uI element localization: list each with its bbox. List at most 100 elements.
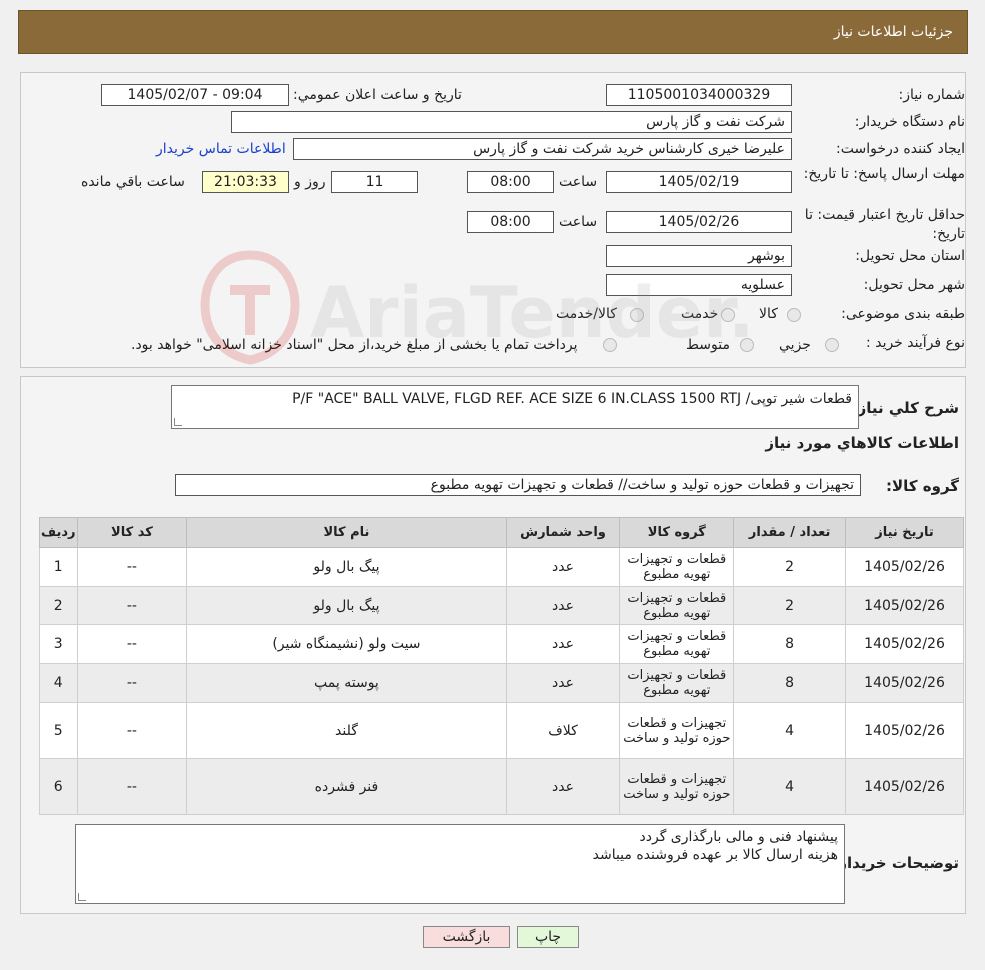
category-goods-radio[interactable] <box>787 308 801 322</box>
resize-handle-icon[interactable] <box>78 893 86 901</box>
table-row: 5 -- گلند کلاف تجهيزات و قطعات حوزه تولي… <box>39 702 964 759</box>
need-number-field[interactable]: 1105001034000329 <box>606 84 792 106</box>
cell-qty: 4 <box>733 758 847 815</box>
cell-unit: کلاف <box>505 702 621 759</box>
goods-section-title: اطلاعات کالاهاي مورد نياز <box>765 434 959 452</box>
buyer-notes-label: توضيحات خريدار: <box>832 854 959 872</box>
cell-code: -- <box>76 624 188 664</box>
creator-field[interactable]: عليرضا خيری کارشناس خريد شرکت نفت و گاز … <box>293 138 792 160</box>
cell-code: -- <box>76 758 188 815</box>
col-code: کد کالا <box>76 517 188 548</box>
cell-row: 5 <box>39 702 78 759</box>
process-minor-radio[interactable] <box>825 338 839 352</box>
cell-row: 4 <box>39 663 78 703</box>
cell-row: 3 <box>39 624 78 664</box>
col-row: رديف <box>39 517 78 548</box>
cell-group: قطعات و تجهيزات تهويه مطبوع <box>619 663 735 703</box>
page-title: جزئیات اطلاعات نیاز <box>833 24 953 40</box>
time-remaining-label: ساعت باقي مانده <box>81 174 185 190</box>
cell-row: 1 <box>39 547 78 587</box>
process-treasury-radio[interactable] <box>603 338 617 352</box>
category-service-radio[interactable] <box>721 308 735 322</box>
city-field[interactable]: عسلويه <box>606 274 792 296</box>
back-button[interactable]: بازگشت <box>423 926 510 948</box>
category-goods-service-label: کالا/خدمت <box>556 306 617 322</box>
cell-qty: 2 <box>733 547 847 587</box>
announce-label: تاریخ و ساعت اعلان عمومي: <box>293 87 462 103</box>
validity-time-field[interactable]: 08:00 <box>467 211 554 233</box>
cell-date: 1405/02/26 <box>845 758 964 815</box>
print-button[interactable]: چاپ <box>517 926 579 948</box>
province-label: استان محل تحويل: <box>855 248 965 264</box>
table-row: 6 -- فنر فشرده عدد تجهيزات و قطعات حوزه … <box>39 758 964 815</box>
buyer-notes-line-1: پيشنهاد فنی و مالی بارگذاری گردد <box>639 829 839 845</box>
need-info-panel: شماره نیاز: 1105001034000329 تاریخ و ساع… <box>20 72 966 368</box>
cell-code: -- <box>76 663 188 703</box>
page-header: جزئیات اطلاعات نیاز <box>18 10 968 54</box>
summary-textarea[interactable]: P/F "ACE" BALL VALVE, FLGD REF. ACE SIZE… <box>171 385 859 429</box>
table-row: 1 -- پيگ بال ولو عدد قطعات و تجهيزات تهو… <box>39 547 964 587</box>
table-row: 4 -- پوسته پمپ عدد قطعات و تجهيزات تهويه… <box>39 663 964 703</box>
col-qty: تعداد / مقدار <box>733 517 847 548</box>
process-medium-label: متوسط <box>686 337 730 353</box>
cell-qty: 2 <box>733 586 847 625</box>
cell-group: قطعات و تجهيزات تهويه مطبوع <box>619 547 735 587</box>
buyer-contact-link[interactable]: اطلاعات تماس خريدار <box>156 141 286 157</box>
city-label: شهر محل تحويل: <box>863 277 965 293</box>
deadline-time-label: ساعت <box>559 174 598 190</box>
validity-date-field[interactable]: 1405/02/26 <box>606 211 792 233</box>
buyer-notes-line-2: هزينه ارسال کالا بر عهده فروشنده ميباشد <box>592 847 838 863</box>
cell-unit: عدد <box>505 624 621 664</box>
table-header-row: رديف کد کالا نام کالا واحد شمارش گروه کا… <box>39 517 964 548</box>
goods-table: رديف کد کالا نام کالا واحد شمارش گروه کا… <box>39 517 964 815</box>
cell-group: قطعات و تجهيزات تهويه مطبوع <box>619 624 735 664</box>
process-label: نوع فرآيند خريد : <box>866 335 965 351</box>
cell-group: قطعات و تجهيزات تهويه مطبوع <box>619 586 735 625</box>
need-number-label: شماره نیاز: <box>898 87 966 103</box>
col-group: گروه کالا <box>619 517 735 548</box>
category-service-label: خدمت <box>681 306 719 322</box>
days-remaining-field[interactable]: 11 <box>331 171 418 193</box>
cell-code: -- <box>76 702 188 759</box>
category-goods-label: کالا <box>759 306 778 322</box>
province-field[interactable]: بوشهر <box>606 245 792 267</box>
time-remaining-field[interactable]: 21:03:33 <box>202 171 289 193</box>
cell-row: 6 <box>39 758 78 815</box>
cell-name: گلند <box>186 702 507 759</box>
cell-code: -- <box>76 586 188 625</box>
process-treasury-note: پرداخت تمام يا بخشی از مبلغ خريد،از محل … <box>131 337 578 353</box>
cell-name: پيگ بال ولو <box>186 586 507 625</box>
cell-group: تجهيزات و قطعات حوزه توليد و ساخت <box>619 758 735 815</box>
cell-code: -- <box>76 547 188 587</box>
table-row: 3 -- سيت ولو (نشيمنگاه شير) عدد قطعات و … <box>39 624 964 664</box>
process-medium-radio[interactable] <box>740 338 754 352</box>
cell-date: 1405/02/26 <box>845 663 964 703</box>
cell-qty: 8 <box>733 624 847 664</box>
buyer-org-field[interactable]: شرکت نفت و گاز پارس <box>231 111 792 133</box>
category-label: طبقه بندی موضوعی: <box>841 306 965 322</box>
resize-handle-icon[interactable] <box>174 418 182 426</box>
announce-datetime-field[interactable]: 1405/02/07 - 09:04 <box>101 84 289 106</box>
deadline-date-field[interactable]: 1405/02/19 <box>606 171 792 193</box>
table-row: 2 -- پيگ بال ولو عدد قطعات و تجهيزات تهو… <box>39 586 964 625</box>
validity-time-label: ساعت <box>559 214 598 230</box>
cell-name: پيگ بال ولو <box>186 547 507 587</box>
buyer-notes-textarea[interactable]: پيشنهاد فنی و مالی بارگذاری گردد هزينه ا… <box>75 824 845 904</box>
col-unit: واحد شمارش <box>505 517 621 548</box>
validity-label: حداقل تاريخ اعتبار قيمت: تا تاريخ: <box>804 207 965 242</box>
goods-group-field[interactable]: تجهيزات و قطعات حوزه توليد و ساخت// قطعا… <box>175 474 861 496</box>
cell-date: 1405/02/26 <box>845 547 964 587</box>
summary-text: P/F "ACE" BALL VALVE, FLGD REF. ACE SIZE… <box>292 391 852 407</box>
cell-unit: عدد <box>505 547 621 587</box>
deadline-time-field[interactable]: 08:00 <box>467 171 554 193</box>
cell-date: 1405/02/26 <box>845 586 964 625</box>
cell-qty: 4 <box>733 702 847 759</box>
cell-name: سيت ولو (نشيمنگاه شير) <box>186 624 507 664</box>
cell-name: فنر فشرده <box>186 758 507 815</box>
goods-panel: شرح کلي نياز: P/F "ACE" BALL VALVE, FLGD… <box>20 376 966 914</box>
category-goods-service-radio[interactable] <box>630 308 644 322</box>
col-date: تاريخ نياز <box>845 517 964 548</box>
cell-row: 2 <box>39 586 78 625</box>
creator-label: ايجاد کننده درخواست: <box>836 141 965 157</box>
cell-group: تجهيزات و قطعات حوزه توليد و ساخت <box>619 702 735 759</box>
